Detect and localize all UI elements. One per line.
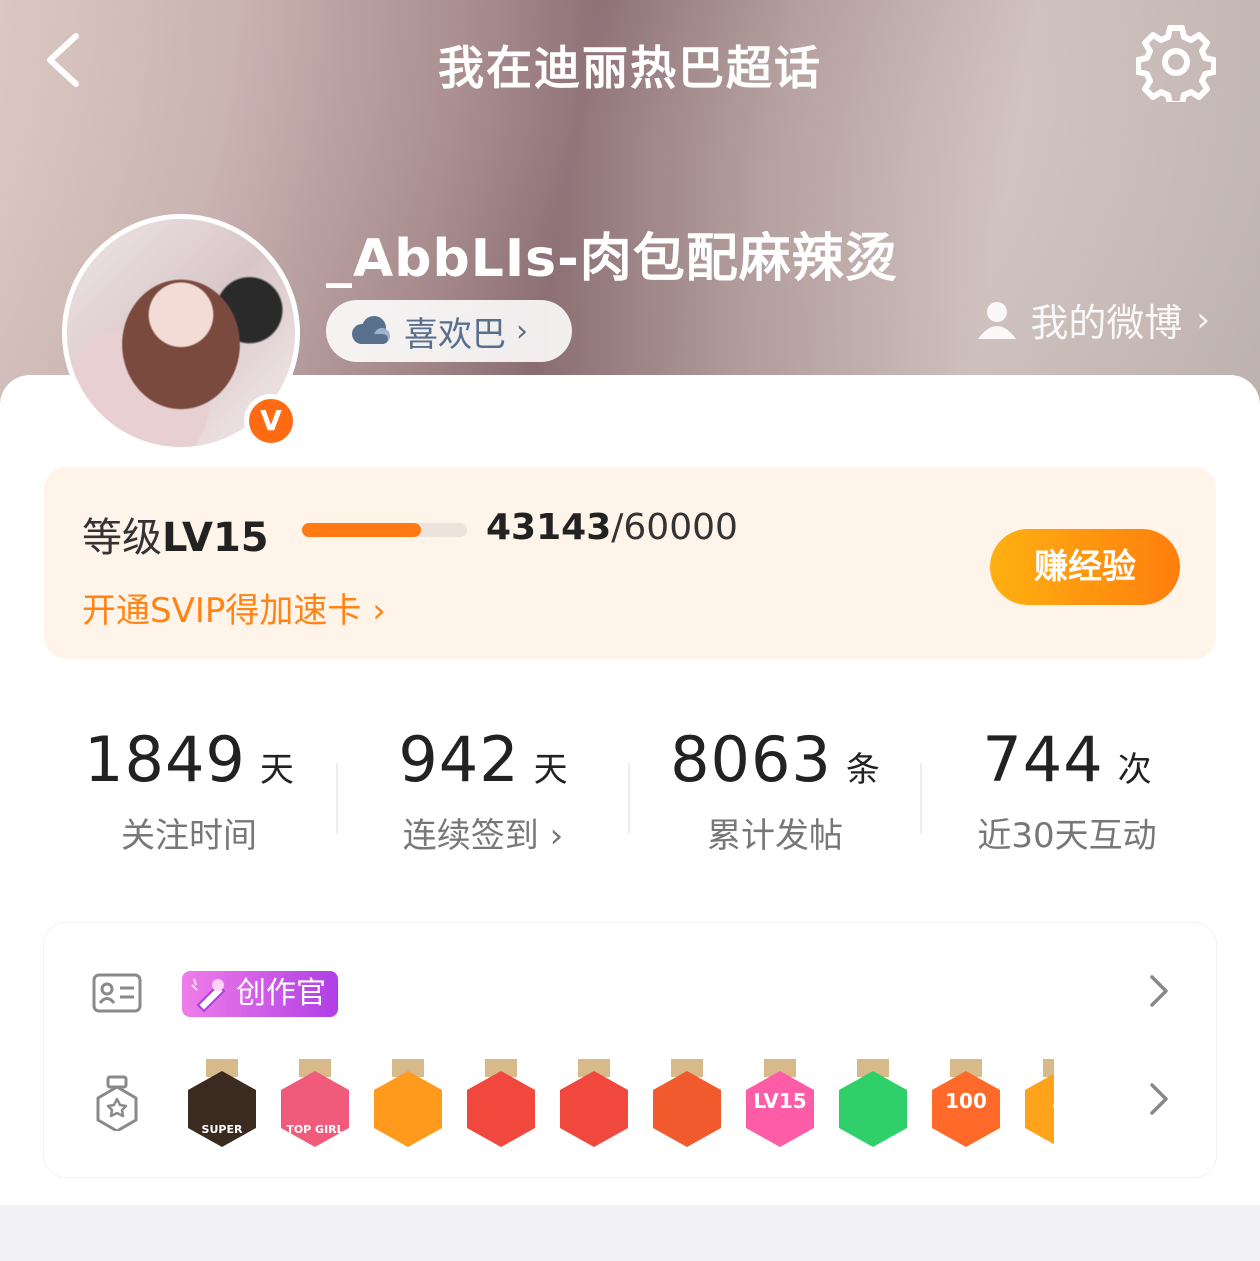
level-value: LV15 [162,515,269,561]
exp-text: 43143/60000 [486,507,738,548]
super-medal: SUPER [184,1059,260,1151]
100-days-medal: 100 [928,1059,1004,1151]
stat-interactions: 744 次 近30天互动 [977,723,1157,856]
cloud-icon [352,316,390,344]
30-days-medal: 3 [1021,1059,1054,1151]
group-label: 喜欢巴 [404,314,506,355]
group-pill[interactable]: 喜欢巴 › [326,300,572,362]
id-card-icon [92,973,142,1013]
level-card: 等级LV15 43143/60000 开通SVIP得加速卡 › 赚经验 [44,467,1216,659]
medals-list: SUPERTOP GIRL LV15 1003 [184,1059,1054,1151]
gear-icon[interactable] [1136,22,1216,102]
stat-checkin[interactable]: 942 天 连续签到 › [338,723,628,857]
badge-card: 创作官 SUPERTOP GIRL LV15 1003 [44,923,1216,1177]
rabbit-medal-1 [463,1059,539,1151]
user-icon [978,301,1017,339]
earn-exp-button[interactable]: 赚经验 [990,529,1180,605]
stat-follow-time: 1849 天 关注时间 [84,723,294,856]
top-girl-medal: TOP GIRL [277,1059,353,1151]
chevron-right-icon [1150,975,1168,1007]
hand-medal [835,1059,911,1151]
lv15-medal: LV15 [742,1059,818,1151]
medal-row[interactable]: SUPERTOP GIRL LV15 1003 [44,1051,1216,1151]
my-weibo-label: 我的微博 [1030,301,1183,345]
svip-link[interactable]: 开通SVIP得加速卡 › [82,583,386,632]
identity-row[interactable]: 创作官 [44,943,1216,1043]
chevron-right-icon: › [372,591,386,631]
exp-progress-fill [302,523,421,537]
dragon-medal [649,1059,725,1151]
crown-medal [370,1059,446,1151]
my-weibo-link[interactable]: 我的微博 › [976,292,1210,347]
chevron-right-icon [1150,1083,1168,1115]
creator-tag[interactable]: 创作官 [182,971,338,1017]
chevron-right-icon: › [516,313,528,349]
page-title: 我在迪丽热巴超话 [438,41,822,95]
chevron-right-icon: › [549,816,564,856]
rabbit-medal-2 [556,1059,632,1151]
creator-pen-icon [191,978,226,1013]
chevron-right-icon: › [1196,299,1210,340]
medal-icon [96,1075,138,1131]
exp-progress-bar [302,523,467,537]
level-label: 等级LV15 [82,515,269,561]
stat-posts: 8063 条 累计发帖 [670,723,880,856]
main-panel: 等级LV15 43143/60000 开通SVIP得加速卡 › 赚经验 1849… [0,375,1260,1205]
vip-badge: V [244,394,298,448]
username: _AbbLIs-肉包配麻辣烫 [326,229,898,289]
stats-row: 1849 天 关注时间 942 天 连续签到 › 8063 条 累计发帖 744 次 近… [44,693,1216,863]
bottom-separator [0,1205,1260,1261]
